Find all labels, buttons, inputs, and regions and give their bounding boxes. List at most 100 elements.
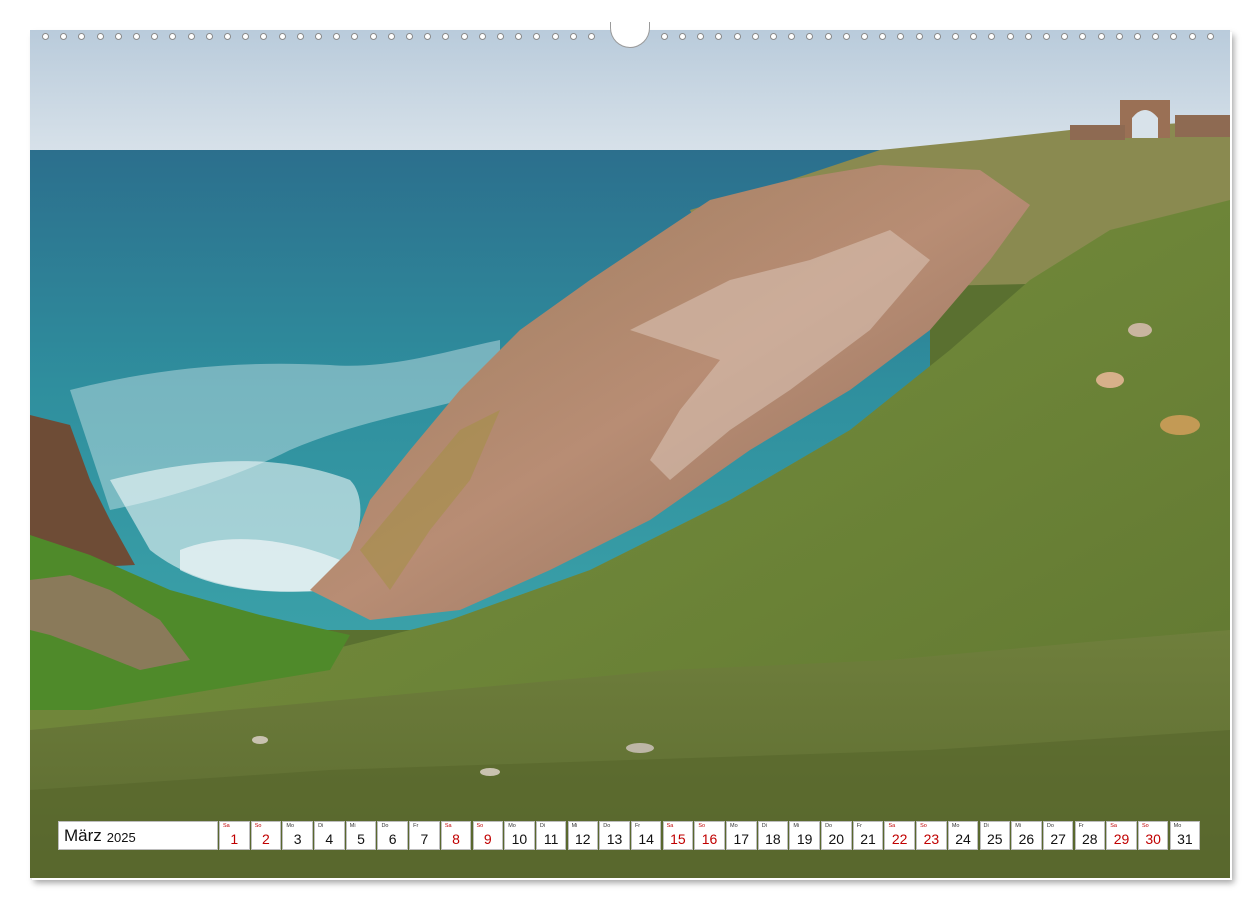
day-number: 20: [828, 831, 845, 847]
day-cell: Mo 31: [1169, 821, 1201, 850]
binding-ring: [697, 33, 705, 40]
day-of-week: Mo: [286, 823, 295, 829]
day-of-week: Di: [539, 823, 546, 829]
binding-ring: [224, 33, 231, 40]
binding-ring: [569, 33, 577, 40]
day-cell: Mo 24: [947, 821, 979, 850]
binding-ring: [806, 33, 814, 40]
photo-illustration: [30, 30, 1230, 878]
day-of-week: Mo: [1173, 823, 1182, 829]
day-cell: Mo 3: [282, 821, 313, 850]
binding-ring: [897, 33, 905, 40]
day-cell: Sa 22: [884, 821, 915, 850]
binding-ring: [442, 33, 450, 40]
day-cell: Do 20: [821, 821, 852, 850]
day-of-week: Mo: [951, 823, 960, 829]
day-cell: So 23: [916, 821, 947, 850]
binding-ring: [351, 33, 359, 40]
day-of-week: Fr: [1078, 823, 1084, 829]
binding-ring: [842, 33, 850, 40]
binding-ring: [296, 33, 304, 40]
day-cell: So 30: [1137, 821, 1169, 850]
binding-ring: [679, 33, 686, 40]
day-number: 13: [606, 831, 623, 847]
day-of-week: Sa: [666, 823, 674, 829]
day-of-week: Do: [381, 823, 389, 829]
binding-ring: [715, 33, 723, 40]
day-number: 8: [452, 831, 460, 847]
day-number: 21: [860, 831, 876, 847]
day-cell: Di 11: [535, 821, 567, 850]
binding-ring: [1043, 33, 1050, 40]
binding-ring: [915, 33, 923, 40]
binding-ring: [933, 33, 941, 40]
binding-ring: [133, 33, 140, 40]
day-of-week: Mi: [349, 823, 356, 829]
binding-ring: [588, 33, 595, 40]
day-number: 10: [511, 831, 528, 847]
day-number: 15: [670, 831, 686, 847]
binding-ring: [751, 33, 759, 40]
binding-ring: [970, 33, 978, 40]
binding-ring: [78, 33, 86, 40]
day-cell: Mi 19: [789, 821, 820, 850]
day-number: 3: [293, 831, 302, 847]
day-of-week: So: [476, 823, 484, 829]
binding-ring: [169, 33, 177, 40]
day-of-week: Mi: [793, 823, 800, 829]
day-number: 27: [1050, 831, 1066, 847]
binding-ring: [260, 33, 268, 40]
day-number: 18: [765, 831, 781, 847]
day-number: 12: [575, 831, 591, 847]
day-of-week: Fr: [413, 823, 419, 829]
day-of-week: Sa: [888, 823, 896, 829]
day-cell: Fr 28: [1074, 821, 1106, 850]
binding-ring: [278, 33, 286, 40]
month-label: März 2025: [58, 821, 218, 850]
day-of-week: Do: [1046, 823, 1054, 829]
day-of-week: Di: [761, 823, 767, 829]
month-year: 2025: [106, 829, 136, 845]
binding-ring: [205, 33, 213, 40]
day-number: 14: [638, 831, 654, 847]
day-cell: Di 18: [757, 821, 789, 850]
day-number: 6: [388, 831, 397, 847]
binding-ring: [1024, 33, 1032, 40]
binding-ring: [733, 33, 741, 40]
binding-ring: [515, 33, 523, 40]
binding-ring: [861, 33, 868, 40]
day-cell: Di 4: [314, 821, 345, 850]
day-number: 9: [483, 831, 492, 847]
binding-ring: [369, 33, 377, 40]
day-of-week: Mi: [1015, 823, 1021, 829]
binding-ring: [114, 33, 122, 40]
day-number: 4: [325, 831, 334, 847]
binding-ring: [1006, 33, 1014, 40]
day-number: 22: [891, 831, 908, 847]
day-number: 5: [357, 831, 365, 847]
binding-ring: [1206, 33, 1214, 40]
calendar-strip: März 2025 Sa 1 So 2 Mo 3 Di 4 Mi 5 Do 6 Fr 7 Sa 8 So 9 Mo 1…: [58, 821, 1201, 850]
day-of-week: Mi: [571, 823, 578, 829]
binding-ring: [478, 33, 486, 40]
coastal-cliff-photo: [30, 30, 1230, 878]
day-number: 1: [230, 831, 239, 847]
day-number: 28: [1082, 831, 1098, 847]
binding-ring: [1115, 33, 1123, 40]
binding-ring: [497, 33, 504, 40]
binding-ring: [60, 33, 68, 40]
binding-ring: [1061, 33, 1069, 40]
day-of-week: Sa: [223, 823, 230, 829]
day-cell: Mo 17: [726, 821, 757, 850]
day-cells: Sa 1 So 2 Mo 3 Di 4 Mi 5 Do 6 Fr 7 Sa 8 So 9 Mo 10 Di 11 Mi 12 D…: [219, 821, 1201, 850]
binding-ring: [187, 33, 195, 40]
binding-ring: [42, 33, 49, 40]
day-of-week: Mo: [508, 823, 516, 829]
day-of-week: So: [254, 823, 262, 829]
binding-ring: [879, 33, 887, 40]
binding-ring: [96, 33, 104, 40]
day-of-week: Di: [318, 823, 324, 829]
binding-ring: [315, 33, 322, 40]
day-cell: So 16: [694, 821, 725, 850]
day-number: 11: [543, 831, 559, 847]
